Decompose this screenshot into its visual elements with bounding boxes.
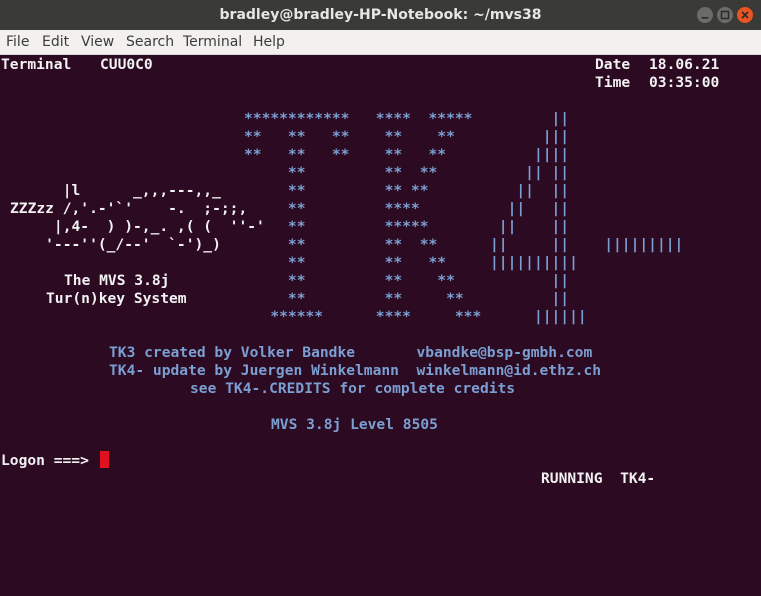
menu-edit[interactable]: Edit xyxy=(42,34,69,50)
tk4-art-line: ** **** || || xyxy=(244,200,570,217)
maximize-button[interactable] xyxy=(717,7,733,23)
tk4-art-line: ** ** ** ** ** |||| xyxy=(244,146,570,163)
credits-line: TK3 created by Volker Bandke vbandke@bsp… xyxy=(109,344,593,361)
tk4-art-line: ************ **** ***** || xyxy=(244,110,570,127)
tk4-art-line: ****** **** *** |||||| xyxy=(244,308,587,325)
menu-search[interactable]: Search xyxy=(126,34,174,50)
credits-line: TK4- update by Juergen Winkelmann winkel… xyxy=(109,362,602,379)
tk4-art-line: ** ** ** || || xyxy=(244,164,570,181)
menu-terminal[interactable]: Terminal xyxy=(183,34,242,50)
turkey-art-line: |,4- ) )-,_. ,( ( ''-' xyxy=(10,218,265,235)
minimize-button[interactable] xyxy=(697,7,713,23)
minimize-icon xyxy=(701,17,709,19)
close-button[interactable] xyxy=(737,7,753,23)
tk4-art-line: ** ***** || || xyxy=(244,218,570,235)
turkey-art-line: |l _,,,---,,_ xyxy=(10,182,221,199)
tk4-art-line: ** ** ** || || xyxy=(244,182,570,199)
menu-file[interactable]: File xyxy=(6,34,29,50)
product-subtitle: Tur(n)key System xyxy=(46,290,187,307)
menu-bar: File Edit View Search Terminal Help xyxy=(0,30,761,55)
window-title: bradley@bradley-HP-Notebook: ~/mvs38 xyxy=(219,7,542,23)
menu-help[interactable]: Help xyxy=(253,34,285,50)
turkey-art-line: ZZZzz /,'.-'`' -. ;-;;, xyxy=(10,200,248,217)
system-level: MVS 3.8j Level 8505 xyxy=(271,416,438,433)
maximize-icon xyxy=(720,10,730,20)
terminal-screen[interactable]: Terminal CUU0C0 Date 18.06.21 Time 03:35… xyxy=(0,55,761,596)
menu-view[interactable]: View xyxy=(81,34,114,50)
terminal-id: CUU0C0 xyxy=(100,56,153,73)
tk4-art-line: ** ** ** |||||||||| xyxy=(244,254,578,271)
close-icon xyxy=(741,11,749,19)
turkey-art-line: '---''(_/--' `-')_) xyxy=(10,236,221,253)
tk4-art-line: ** ** ** || || ||||||||| xyxy=(244,236,684,253)
terminal-label: Terminal xyxy=(1,56,72,73)
status-indicator: RUNNING TK4- xyxy=(541,470,656,487)
tk4-art-line: ** ** ** ** ** ||| xyxy=(244,128,570,145)
tk4-art-line: ** ** ** || xyxy=(244,272,570,289)
time-label: Time xyxy=(595,74,631,91)
logon-prompt: Logon ===> xyxy=(1,452,89,469)
time-value: 03:35:00 xyxy=(649,74,720,91)
tk4-art-line: ** ** ** || xyxy=(244,290,570,307)
product-name: The MVS 3.8j xyxy=(64,272,170,289)
input-cursor[interactable] xyxy=(100,451,109,468)
date-label: Date xyxy=(595,56,631,73)
window-titlebar[interactable]: bradley@bradley-HP-Notebook: ~/mvs38 xyxy=(0,0,761,30)
credits-line: see TK4-.CREDITS for complete credits xyxy=(190,380,516,397)
date-value: 18.06.21 xyxy=(649,56,720,73)
